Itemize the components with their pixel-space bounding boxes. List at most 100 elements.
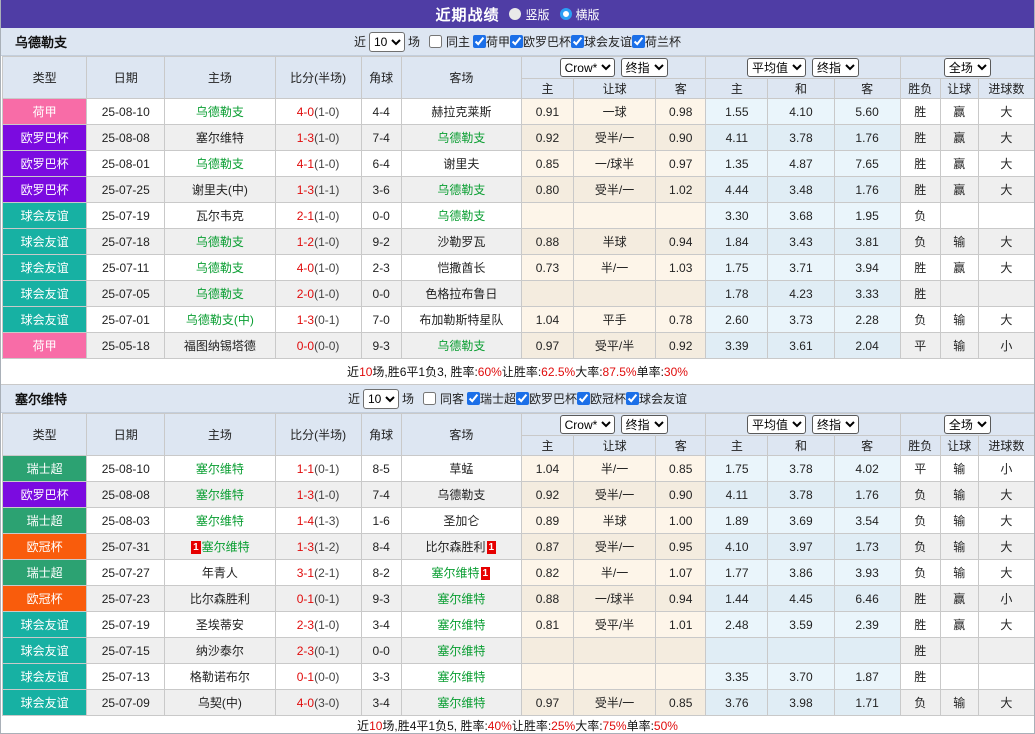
col-avg-home: 主 bbox=[706, 79, 768, 99]
avg-odds-away: 1.71 bbox=[834, 690, 900, 716]
vertical-layout-option[interactable]: 竖版 bbox=[509, 6, 549, 23]
handicap-odds-home: 0.85 bbox=[521, 151, 573, 177]
score-cell: 1-3(1-0) bbox=[275, 482, 361, 508]
handicap-odds-home bbox=[521, 638, 573, 664]
avg-odds-home: 1.75 bbox=[706, 456, 768, 482]
league-badge: 欧罗巴杯 bbox=[3, 125, 87, 151]
league-checkbox[interactable] bbox=[467, 392, 480, 405]
team-name: 乌德勒支 bbox=[196, 235, 244, 249]
halftime-score: (1-0) bbox=[314, 235, 339, 249]
result-wdl: 胜 bbox=[900, 664, 940, 690]
league-checkbox[interactable] bbox=[632, 35, 645, 48]
halftime-score: (1-0) bbox=[314, 157, 339, 171]
same-home-checkbox[interactable] bbox=[429, 35, 442, 48]
result-handicap: 输 bbox=[940, 690, 978, 716]
average-select-2[interactable]: 平均值 bbox=[747, 415, 806, 434]
handicap-line: 受半/一 bbox=[574, 177, 656, 203]
result-wdl: 负 bbox=[900, 203, 940, 229]
league-filter[interactable]: 欧冠杯 bbox=[577, 390, 626, 407]
match-row: 欧罗巴杯25-07-25谢里夫(中)1-3(1-1)3-6乌德勒支0.80受半/… bbox=[3, 177, 1035, 203]
home-team: 纳沙泰尔 bbox=[165, 638, 275, 664]
avg-odds-home: 1.78 bbox=[706, 281, 768, 307]
result-handicap: 赢 bbox=[940, 151, 978, 177]
avg-odds-away: 3.33 bbox=[834, 281, 900, 307]
handicap-odds-home: 0.73 bbox=[521, 255, 573, 281]
radio-selected-icon[interactable] bbox=[509, 8, 521, 20]
corner-count: 8-2 bbox=[361, 560, 401, 586]
league-filter[interactable]: 瑞士超 bbox=[467, 390, 516, 407]
match-date: 25-05-18 bbox=[87, 333, 165, 359]
bookmaker-select-3[interactable]: Crow* bbox=[560, 415, 615, 434]
home-team: 年青人 bbox=[165, 560, 275, 586]
col-avg-draw: 和 bbox=[768, 436, 834, 456]
league-checkbox[interactable] bbox=[626, 392, 639, 405]
match-date: 25-08-03 bbox=[87, 508, 165, 534]
fulltime-score: 1-3 bbox=[297, 313, 314, 327]
league-filter[interactable]: 欧罗巴杯 bbox=[516, 390, 577, 407]
result-goals: 大 bbox=[978, 177, 1034, 203]
away-team: 乌德勒支 bbox=[401, 333, 521, 359]
summary-text: 近 bbox=[357, 717, 369, 734]
league-badge: 瑞士超 bbox=[3, 560, 87, 586]
result-wdl: 负 bbox=[900, 508, 940, 534]
average-select[interactable]: 平均值 bbox=[747, 58, 806, 77]
radio-unselected-icon[interactable] bbox=[560, 8, 572, 20]
result-handicap: 输 bbox=[940, 229, 978, 255]
league-checkbox[interactable] bbox=[577, 392, 590, 405]
league-checkbox[interactable] bbox=[510, 35, 523, 48]
corner-count: 3-6 bbox=[361, 177, 401, 203]
match-count-select[interactable]: 10 bbox=[369, 32, 405, 52]
league-filter[interactable]: 球会友谊 bbox=[626, 390, 687, 407]
fulltime-score: 0-0 bbox=[297, 339, 314, 353]
avg-odds-draw: 3.78 bbox=[768, 482, 834, 508]
league-checkbox[interactable] bbox=[473, 35, 486, 48]
league-checkbox[interactable] bbox=[516, 392, 529, 405]
col-score: 比分(半场) bbox=[275, 57, 361, 99]
col-wdl: 胜负 bbox=[900, 79, 940, 99]
league-filter[interactable]: 荷甲 bbox=[473, 33, 510, 50]
team-name: 乌德勒支(中) bbox=[186, 313, 254, 327]
same-away-checkbox[interactable] bbox=[423, 392, 436, 405]
score-cell: 1-3(1-1) bbox=[275, 177, 361, 203]
avg-odds-away: 6.46 bbox=[834, 586, 900, 612]
scope-select[interactable]: 全场 bbox=[944, 58, 991, 77]
col-odds-handicap: 让球 bbox=[574, 436, 656, 456]
league-filter[interactable]: 球会友谊 bbox=[571, 33, 632, 50]
scope-select-2[interactable]: 全场 bbox=[944, 415, 991, 434]
league-filter[interactable]: 欧罗巴杯 bbox=[510, 33, 571, 50]
home-team: 乌契(中) bbox=[165, 690, 275, 716]
avg-odds-home: 4.44 bbox=[706, 177, 768, 203]
final-odds-select-4[interactable]: 终指 bbox=[812, 415, 859, 434]
final-odds-select-3[interactable]: 终指 bbox=[621, 415, 668, 434]
handicap-odds-away: 0.94 bbox=[656, 229, 706, 255]
league-checkbox[interactable] bbox=[571, 35, 584, 48]
team-name: 乌德勒支 bbox=[437, 339, 485, 353]
team-name: 草蜢 bbox=[449, 462, 473, 476]
horizontal-layout-option[interactable]: 横版 bbox=[560, 6, 600, 23]
team-name: 塞尔维特 bbox=[432, 566, 480, 580]
handicap-odds-away: 0.97 bbox=[656, 151, 706, 177]
final-odds-select-2[interactable]: 终指 bbox=[812, 58, 859, 77]
corner-count: 1-6 bbox=[361, 508, 401, 534]
halftime-score: (0-1) bbox=[314, 462, 339, 476]
result-wdl: 胜 bbox=[900, 638, 940, 664]
league-filter[interactable]: 荷兰杯 bbox=[632, 33, 681, 50]
col-odds-handicap: 让球 bbox=[574, 79, 656, 99]
team-name: 乌德勒支 bbox=[437, 209, 485, 223]
match-date: 25-08-10 bbox=[87, 456, 165, 482]
avg-odds-home: 1.55 bbox=[706, 99, 768, 125]
handicap-odds-away bbox=[656, 664, 706, 690]
handicap-odds-home bbox=[521, 281, 573, 307]
summary-text: 10 bbox=[359, 365, 372, 379]
final-odds-select[interactable]: 终指 bbox=[621, 58, 668, 77]
halftime-score: (1-0) bbox=[314, 105, 339, 119]
halftime-score: (0-1) bbox=[314, 644, 339, 658]
match-count-select-2[interactable]: 10 bbox=[363, 389, 399, 409]
handicap-odds-home: 0.91 bbox=[521, 99, 573, 125]
red-card-badge: 1 bbox=[487, 541, 497, 554]
avg-odds-draw: 3.59 bbox=[768, 612, 834, 638]
handicap-line bbox=[574, 664, 656, 690]
away-team: 塞尔维特 bbox=[401, 664, 521, 690]
result-goals: 大 bbox=[978, 125, 1034, 151]
bookmaker-select[interactable]: Crow* bbox=[560, 58, 615, 77]
